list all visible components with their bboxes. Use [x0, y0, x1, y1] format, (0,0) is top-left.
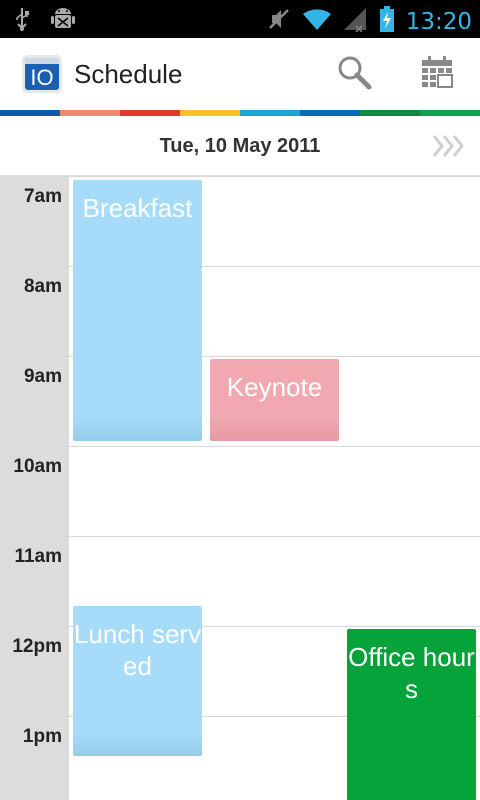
svg-text:IO: IO	[30, 65, 53, 90]
event-block-keynote[interactable]: Keynote	[210, 359, 339, 441]
day-header: Tue, 10 May 2011	[0, 116, 480, 176]
status-bar: 13:20	[0, 0, 480, 38]
search-button[interactable]	[334, 54, 374, 94]
hour-row: 11am	[0, 536, 480, 626]
event-label: Office hours	[348, 642, 475, 704]
status-time: 13:20	[405, 8, 472, 35]
chevrons-right-icon	[432, 135, 466, 164]
day-title: Tue, 10 May 2011	[159, 135, 321, 157]
search-icon	[336, 54, 372, 95]
hour-label: 1pm	[22, 726, 62, 747]
app-title: Schedule	[74, 59, 183, 89]
action-bar: IO Schedule	[0, 38, 480, 110]
hour-label: 11am	[14, 546, 62, 567]
next-day-button[interactable]	[432, 132, 466, 160]
wifi-icon	[302, 6, 332, 37]
usb-icon	[14, 6, 30, 37]
battery-charging-icon	[378, 5, 396, 38]
hour-label: 12pm	[12, 636, 62, 657]
hour-label: 10am	[13, 456, 62, 477]
schedule-grid[interactable]: 7am 8am 9am 10am 11am 12pm 1pm Breakfast…	[0, 176, 480, 800]
event-block-breakfast[interactable]: Breakfast	[73, 180, 202, 441]
event-label: Breakfast	[82, 193, 193, 223]
event-label: Lunch served	[73, 619, 202, 681]
hour-row: 7am	[0, 176, 480, 266]
calendar-button[interactable]	[417, 54, 457, 94]
event-block-lunch[interactable]: Lunch served	[73, 606, 202, 756]
event-block-office-hours[interactable]: Office hours	[347, 629, 476, 800]
signal-icon	[342, 6, 368, 37]
hour-label: 8am	[23, 276, 62, 297]
event-label: Keynote	[226, 372, 323, 402]
hour-label: 7am	[23, 186, 62, 207]
android-debug-icon	[50, 6, 76, 37]
calendar-icon	[419, 54, 455, 95]
hour-row: 10am	[0, 446, 480, 536]
app-logo-icon[interactable]: IO	[22, 55, 62, 93]
mute-icon	[268, 6, 292, 37]
hour-label: 9am	[23, 366, 62, 387]
hour-row: 8am	[0, 266, 480, 356]
